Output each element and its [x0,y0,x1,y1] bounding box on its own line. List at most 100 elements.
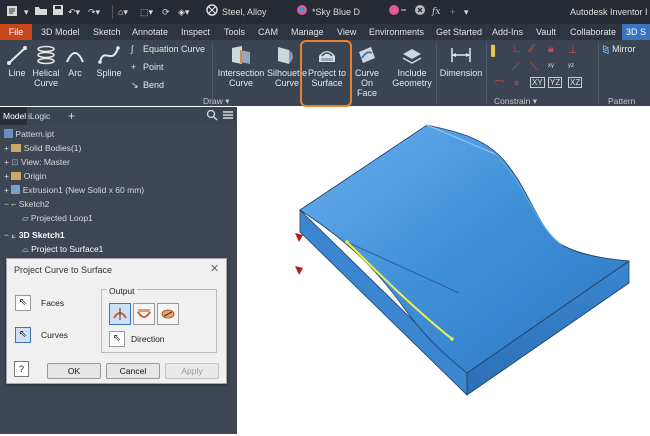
material-dropdown[interactable]: Steel, Alloy [222,4,294,20]
tangent-icon[interactable]: ⟋ [512,61,520,74]
tab-3d-sketch[interactable]: 3D S [622,24,650,40]
xy-plane-icon[interactable]: XY [530,77,545,88]
tab-add-ins[interactable]: Add-Ins [492,24,523,40]
tree-item-origin[interactable]: + Origin [4,169,46,183]
wrap-output-button[interactable] [133,303,155,325]
browser-header: Model iLogic + [0,107,237,125]
apply-button[interactable]: Apply [165,363,219,379]
appearance-icon[interactable] [296,4,308,20]
auto-constrain-icon[interactable]: ❚ [488,43,498,57]
update-icon[interactable]: ⟳ [162,4,170,20]
tab-vault[interactable]: Vault [536,24,556,40]
tab-cam[interactable]: CAM [258,24,278,40]
curves-selector-icon[interactable]: ⇖ [15,327,31,343]
constrain-panel-label[interactable]: Constrain ▾ [494,96,537,106]
home-icon[interactable]: ⌂▾ [118,4,128,20]
menu-icon[interactable] [222,109,234,123]
clear-appearance-icon[interactable] [388,4,408,20]
tab-view[interactable]: View [337,24,356,40]
tab-tools[interactable]: Tools [224,24,245,40]
expand-icon[interactable]: + [4,171,9,181]
open-folder-icon[interactable] [34,4,48,20]
expand-icon[interactable]: + [4,143,9,153]
coincident-icon[interactable]: ⊥ [568,43,578,56]
curve-on-face-button[interactable]: Curve On Face [350,44,384,98]
tab-annotate[interactable]: Annotate [132,24,168,40]
add-icon[interactable]: + [450,4,455,20]
tab-environments[interactable]: Environments [369,24,424,40]
parallel-icon[interactable]: ⁄⁄ [530,43,534,55]
bend-button[interactable]: ↘ Bend [131,80,191,90]
tree-item-extrusion[interactable]: + Extrusion1 (New Solid x 60 mm) [4,183,144,197]
tree-item-project-to-surface[interactable]: ⌓ Project to Surface1 [22,242,103,256]
dimension-button[interactable]: Dimension [438,44,484,78]
search-icon[interactable] [206,109,218,123]
arc-button[interactable]: Arc [63,44,87,78]
smooth-icon[interactable]: ⌒ [494,77,505,93]
perpendicular-icon[interactable]: ∟ [512,43,523,55]
fix-icon[interactable]: 🔒︎ [548,43,554,56]
cancel-button[interactable]: Cancel [106,363,160,379]
direction-marker-icon[interactable] [295,266,303,275]
include-geometry-button[interactable]: Include Geometry [389,44,435,88]
equation-curve-button[interactable]: ∫ Equation Curve [131,44,211,54]
save-icon[interactable] [52,4,64,20]
tab-get-started[interactable]: Get Started [436,24,482,40]
on-z-icon[interactable]: ʸᶻ [568,61,574,71]
graphics-viewport[interactable] [237,107,650,434]
tab-file[interactable]: File [0,24,32,40]
direction-marker-icon[interactable] [295,233,303,242]
help-button[interactable]: ? [14,361,29,377]
collinear-icon[interactable]: ⟍ [530,61,538,74]
faces-selector-icon[interactable]: ⇖ [15,295,31,311]
tab-inspect[interactable]: Inspect [181,24,210,40]
add-tab-icon[interactable]: + [68,107,75,125]
material-icon[interactable] [206,4,218,20]
intersection-curve-button[interactable]: Intersection Curve [216,44,266,88]
intersection-curve-icon [232,46,250,64]
app-menu-icon[interactable] [6,4,18,20]
tab-sketch[interactable]: Sketch [93,24,121,40]
tab-model[interactable]: Model [0,107,27,125]
close-icon[interactable]: ✕ [210,262,219,275]
tab-3d-model[interactable]: 3D Model [41,24,80,40]
expand-icon[interactable]: + [4,185,9,195]
direction-selector-icon[interactable]: ⇖ [109,331,125,347]
tree-item-view[interactable]: + ⊡ View: Master [4,155,70,169]
tab-ilogic[interactable]: iLogic [28,107,50,125]
tab-collaborate[interactable]: Collaborate [570,24,616,40]
draw-panel-label[interactable]: Draw ▾ [203,96,229,106]
tree-item-3d-sketch[interactable]: − ⟀ 3D Sketch1 [4,228,65,242]
project-output-button[interactable] [109,303,131,325]
adjust-icon[interactable] [414,4,426,20]
app-title: Autodesk Inventor I [570,7,648,17]
tree-item-projected-loop[interactable]: ▱ Projected Loop1 [22,211,93,225]
helical-curve-button[interactable]: Helical Curve [30,44,62,88]
equal-icon[interactable]: ⚬ [512,77,521,90]
select-filter-icon[interactable]: ⬚▾ [140,4,153,20]
parameters-icon[interactable]: fx [432,4,440,20]
tab-manage[interactable]: Manage [291,24,324,40]
tree-item-solid-bodies[interactable]: + Solid Bodies(1) [4,141,81,155]
point-button[interactable]: + Point [131,62,191,72]
ok-button[interactable]: OK [47,363,101,379]
tree-item-part[interactable]: Pattern.ipt [4,127,54,141]
collapse-icon[interactable]: − [4,199,9,209]
measure-icon[interactable]: ◈▾ [178,4,189,20]
yz-plane-icon[interactable]: YZ [548,77,563,88]
tree-item-sketch2[interactable]: − ⌐ Sketch2 [4,197,49,211]
customize-icon[interactable]: ▾ [464,4,469,20]
closest-point-output-button[interactable] [157,303,179,325]
appearance-dropdown[interactable]: *Sky Blue D [312,4,384,20]
collapse-icon[interactable]: − [4,230,9,240]
spline-button[interactable]: Spline [92,44,126,78]
wrap-output-icon [137,309,151,318]
xz-plane-icon[interactable]: XZ [568,77,583,88]
new-file-icon[interactable]: ▾ [24,4,29,20]
mirror-button[interactable]: ⧎ Mirror [602,44,650,54]
undo-icon[interactable]: ↶▾ [68,4,80,20]
expand-icon[interactable]: + [4,157,9,167]
line-button[interactable]: Line [4,44,30,78]
redo-icon[interactable]: ↷▾ [88,4,100,20]
on-x-icon[interactable]: ˣᵞ [548,61,554,71]
